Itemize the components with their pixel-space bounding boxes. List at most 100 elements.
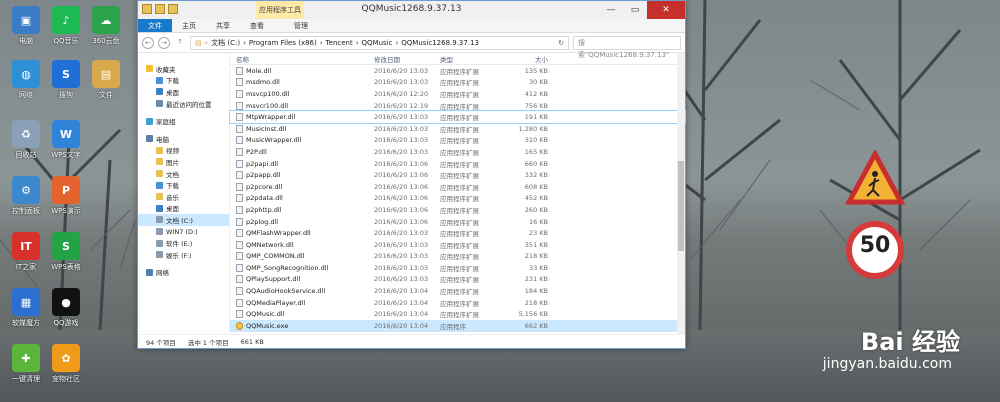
file-row[interactable]: p2papi.dll 2016/6/20 13:06 应用程序扩展 660 KB [230,158,685,170]
file-row[interactable]: msvcp100.dll 2016/6/20 12:20 应用程序扩展 412 KB [230,88,685,100]
file-name: MtpWrapper.dll [246,113,296,122]
nav-item[interactable]: 收藏夹 [138,63,229,75]
scrollbar-thumb[interactable] [678,161,684,251]
file-row[interactable]: p2plog.dll 2016/6/20 13:06 应用程序扩展 16 KB [230,216,685,228]
desktop-shortcut[interactable]: ♻ 回收站 [4,120,48,160]
desktop-shortcut[interactable]: S WPS表格 [44,232,88,272]
file-row[interactable]: MusicInst.dll 2016/6/20 13:03 应用程序扩展 1,280 … [230,123,685,135]
desktop-shortcut[interactable]: ✚ 一键清理 [4,344,48,384]
nav-item[interactable]: 软件 (E:) [138,237,229,249]
file-size: 165 KB [524,147,548,156]
file-row[interactable]: QMP_COMMON.dll 2016/6/20 13:03 应用程序扩展 218 K… [230,251,685,263]
nav-item[interactable]: 视频 [138,145,229,157]
file-row[interactable]: QMNetwork.dll 2016/6/20 13:03 应用程序扩展 351 KB [230,239,685,251]
nav-item[interactable]: 家庭组 [138,115,229,127]
breadcrumb-version-folder[interactable]: QQMusic1268.9.37.13 [401,39,479,47]
nav-item-label: 网络 [156,269,169,278]
tab-manage[interactable]: 管理 [284,19,318,32]
forward-icon[interactable]: → [158,36,170,49]
column-size[interactable]: 大小 [506,54,548,64]
column-date[interactable]: 修改日期 [374,54,440,64]
desktop-shortcut[interactable]: W WPS文字 [44,120,88,160]
minimize-icon[interactable]: — [599,1,623,19]
desktop-shortcut[interactable]: ✿ 宠物社区 [44,344,88,384]
file-size: 332 KB [524,171,548,180]
file-row[interactable]: MtpWrapper.dll 2016/6/20 13:03 应用程序扩展 191 K… [229,110,686,124]
nav-item[interactable]: 最近访问的位置 [138,98,229,110]
file-row[interactable]: msdmo.dll 2016/6/20 13:03 应用程序扩展 30 KB [230,77,685,89]
vertical-scrollbar[interactable] [677,53,685,334]
file-row[interactable]: p2pcore.dll 2016/6/20 13:06 应用程序扩展 608 KB [230,181,685,193]
desktop-shortcut[interactable]: ▦ 软媒魔方 [4,288,48,328]
nav-item[interactable]: 娱乐 (F:) [138,249,229,261]
desktop-shortcut[interactable]: ♪ QQ音乐 [44,6,88,46]
desktop-shortcut[interactable]: ● QQ游戏 [44,288,88,328]
dll-file-icon [236,287,243,296]
title-bar[interactable]: 应用程序工具 QQMusic1268.9.37.13 — ▭ ✕ [138,1,685,19]
desktop-shortcut[interactable]: P WPS演示 [44,176,88,216]
nav-item[interactable]: 文档 [138,168,229,180]
desktop-shortcut[interactable]: ▣ 电脑 [4,6,48,46]
close-icon[interactable]: ✕ [647,1,685,19]
desktop-shortcut[interactable]: S 搜狗 [44,60,88,100]
nav-item[interactable]: 图片 [138,156,229,168]
file-name: MusicWrapper.dll [246,136,302,145]
file-row[interactable]: p2phttp.dll 2016/6/20 13:06 应用程序扩展 260 KB [230,204,685,216]
file-row[interactable]: MusicWrapper.dll 2016/6/20 13:03 应用程序扩展 310… [230,135,685,147]
breadcrumb-drive[interactable]: 文档 (C:) [211,38,240,48]
nav-item[interactable]: 音乐 [138,191,229,203]
nav-item[interactable]: 网络 [138,267,229,279]
file-row[interactable]: QQAudioHookService.dll 2016/6/20 13:04 应用程… [230,285,685,297]
file-row[interactable]: Mole.dll 2016/6/20 13:03 应用程序扩展 135 KB [230,65,685,77]
tab-home[interactable]: 主页 [172,19,206,32]
nav-item[interactable]: 下载 [138,75,229,87]
file-name: QMP_COMMON.dll [246,252,305,261]
search-input[interactable]: 搜索"QQMusic1268.9.37.13" [573,35,681,59]
file-row[interactable]: msvcr100.dll 2016/6/20 12:19 应用程序扩展 756 KB [230,100,685,112]
file-type: 应用程序扩展 [440,206,479,215]
file-name: QQAudioHookService.dll [246,287,326,296]
maximize-icon[interactable]: ▭ [623,1,647,19]
file-type: 应用程序扩展 [440,160,479,169]
nav-item[interactable]: 文档 (C:) [138,214,229,226]
nav-item[interactable]: 桌面 [138,203,229,215]
nav-item[interactable]: 电脑 [138,133,229,145]
file-row[interactable]: p2pdata.dll 2016/6/20 13:06 应用程序扩展 452 KB [230,193,685,205]
file-date: 2016/6/20 13:04 [374,298,429,307]
file-row[interactable]: p2papp.dll 2016/6/20 13:06 应用程序扩展 332 KB [230,169,685,181]
network-icon [146,268,153,276]
file-row[interactable]: P2P.dll 2016/6/20 13:03 应用程序扩展 165 KB [230,146,685,158]
back-icon[interactable]: ← [142,36,154,49]
column-name[interactable]: 名称 [230,54,374,64]
file-row[interactable]: QPlaySupport.dll 2016/6/20 13:03 应用程序扩展 231… [230,274,685,286]
app-icon: ◍ [12,60,40,88]
desktop-shortcut[interactable]: IT IT之家 [4,232,48,272]
tab-view[interactable]: 查看 [240,19,274,32]
nav-item[interactable]: 下载 [138,179,229,191]
refresh-icon[interactable]: ↻ [558,39,564,47]
breadcrumb-qqmusic[interactable]: QQMusic [362,39,393,47]
tab-share[interactable]: 共享 [206,19,240,32]
dll-file-icon [236,240,243,249]
breadcrumb-program-files[interactable]: Program Files (x86) [249,39,317,47]
up-icon[interactable]: ↑ [174,37,186,49]
desktop-shortcut[interactable]: ◍ 网络 [4,60,48,100]
desktop-shortcut[interactable]: ⚙ 控制面板 [4,176,48,216]
nav-item[interactable]: 桌面 [138,86,229,98]
tab-file[interactable]: 文件 [138,19,172,32]
file-row[interactable]: QMFlashWrapper.dll 2016/6/20 13:03 应用程序扩展 2… [230,227,685,239]
breadcrumb-tencent[interactable]: Tencent [326,39,353,47]
column-type[interactable]: 类型 [440,54,506,64]
file-row[interactable]: QQMusic.dll 2016/6/20 13:04 应用程序扩展 5,156 KB [230,308,685,320]
desktop-shortcut[interactable]: ☁ 360云盘 [84,6,128,46]
desktop-shortcut-label: 搜狗 [59,91,73,99]
file-row[interactable]: QQMediaPlayer.dll 2016/6/20 13:04 应用程序扩展 21… [230,297,685,309]
dll-file-icon [236,66,243,75]
navigation-pane: 收藏夹 下载 桌面 最近访问的位置 家庭组 电脑 视频 图片 文档 下载 音乐 桌面 文档 (C:) WI… [138,53,230,334]
nav-item[interactable]: WIN7 (D:) [138,226,229,238]
desktop-shortcut[interactable]: ▤ 文件 [84,60,128,100]
file-row[interactable]: QMP_SongRecognition.dll 2016/6/20 13:03 应用… [230,262,685,274]
address-bar[interactable]: ▤ « 文档 (C:) › Program Files (x86) › Tencen… [190,35,569,50]
file-row[interactable]: QQMusic.exe 2016/6/20 13:04 应用程序 662 KB [230,320,685,332]
desktop-shortcut-label: WPS演示 [51,207,81,215]
